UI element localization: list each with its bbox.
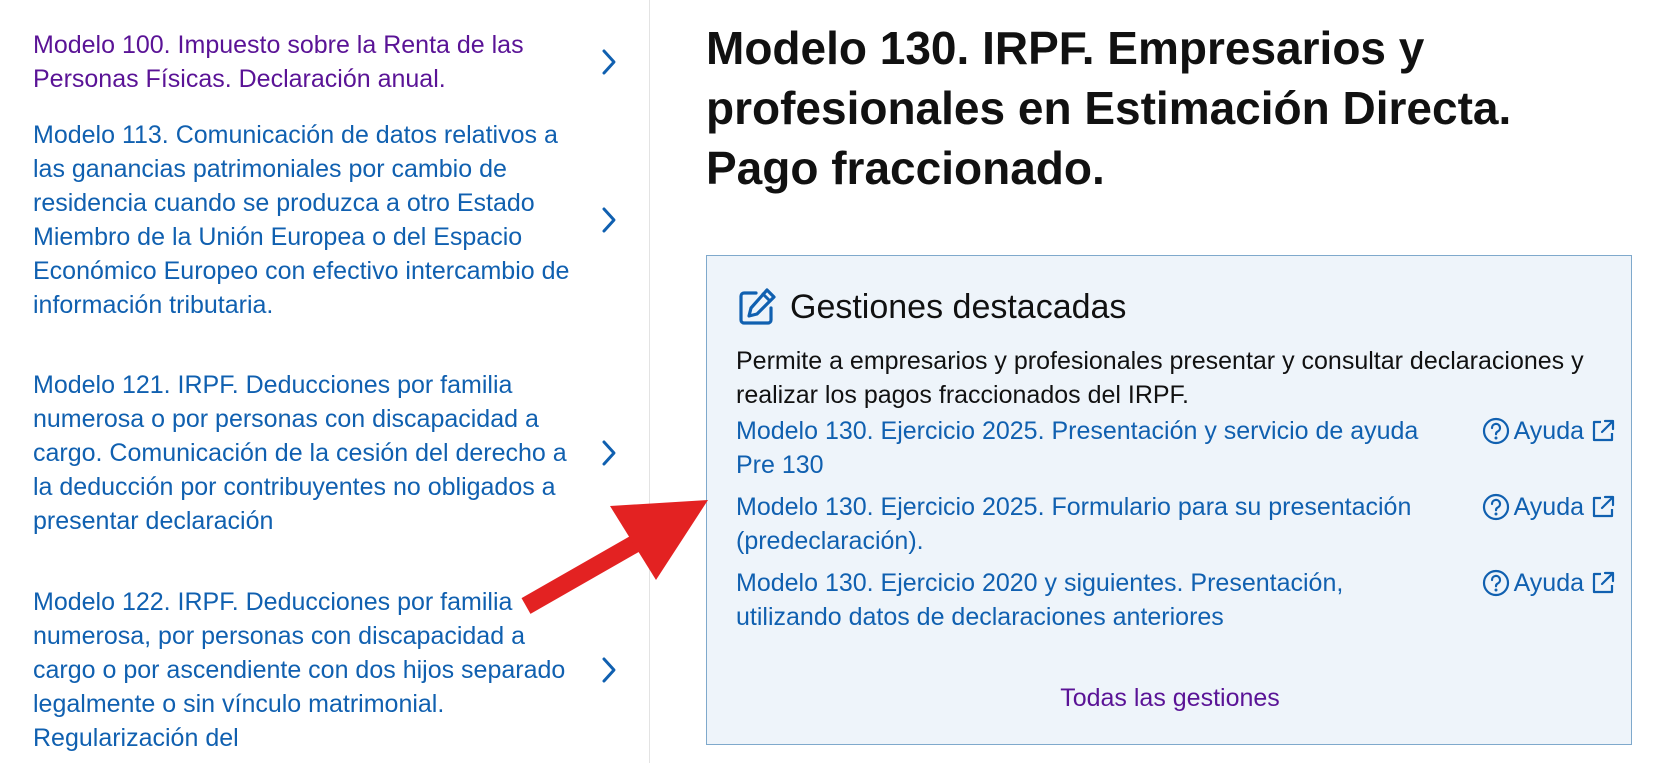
sidebar-item-modelo-121[interactable]: Modelo 121. IRPF. Deducciones por famili…	[33, 368, 623, 538]
chevron-right-icon	[595, 436, 623, 470]
ayuda-label: Ayuda	[1513, 492, 1584, 521]
gestion-link[interactable]: Modelo 130. Ejercicio 2025. Formulario p…	[736, 490, 1426, 558]
chevron-right-icon	[595, 653, 623, 687]
question-circle-icon	[1482, 417, 1509, 445]
edit-pen-icon	[736, 286, 778, 328]
gestion-link[interactable]: Modelo 130. Ejercicio 2020 y siguientes.…	[736, 566, 1426, 634]
gestion-row: Modelo 130. Ejercicio 2025. Presentación…	[736, 414, 1616, 482]
sidebar-item-modelo-100[interactable]: Modelo 100. Impuesto sobre la Renta de l…	[33, 28, 623, 96]
gestion-row: Modelo 130. Ejercicio 2020 y siguientes.…	[736, 566, 1616, 634]
ayuda-link[interactable]: Ayuda	[1482, 414, 1616, 448]
sidebar-item-label: Modelo 113. Comunicación de datos relati…	[33, 121, 570, 319]
panel-description: Permite a empresarios y profesionales pr…	[736, 347, 1584, 409]
gestion-row: Modelo 130. Ejercicio 2025. Formulario p…	[736, 490, 1616, 558]
sidebar-nav: Modelo 100. Impuesto sobre la Renta de l…	[0, 0, 650, 763]
ayuda-link[interactable]: Ayuda	[1482, 490, 1616, 524]
question-circle-icon	[1482, 569, 1509, 597]
page-title: Modelo 130. IRPF. Empresarios y profesio…	[706, 22, 1512, 194]
external-link-icon	[1592, 419, 1615, 442]
sidebar-item-modelo-113[interactable]: Modelo 113. Comunicación de datos relati…	[33, 118, 623, 322]
ayuda-label: Ayuda	[1513, 568, 1584, 597]
sidebar-item-label: Modelo 121. IRPF. Deducciones por famili…	[33, 371, 567, 535]
panel-title: Gestiones destacadas	[790, 288, 1127, 326]
external-link-icon	[1592, 571, 1615, 594]
sidebar-item-label: Modelo 122. IRPF. Deducciones por famili…	[33, 588, 566, 752]
chevron-right-icon	[595, 203, 623, 237]
page: Modelo 100. Impuesto sobre la Renta de l…	[0, 0, 1656, 763]
external-link-icon	[1592, 495, 1615, 518]
panel-header: Gestiones destacadas	[736, 286, 1126, 328]
sidebar-item-label: Modelo 100. Impuesto sobre la Renta de l…	[33, 31, 524, 93]
todas-las-gestiones-link[interactable]: Todas las gestiones	[707, 681, 1633, 715]
gestiones-destacadas-panel: Gestiones destacadas Permite a empresari…	[706, 255, 1632, 745]
ayuda-label: Ayuda	[1513, 416, 1584, 445]
sidebar-item-modelo-122[interactable]: Modelo 122. IRPF. Deducciones por famili…	[33, 585, 623, 755]
chevron-right-icon	[595, 45, 623, 79]
ayuda-link[interactable]: Ayuda	[1482, 566, 1616, 600]
gestion-link[interactable]: Modelo 130. Ejercicio 2025. Presentación…	[736, 414, 1426, 482]
question-circle-icon	[1482, 493, 1509, 521]
